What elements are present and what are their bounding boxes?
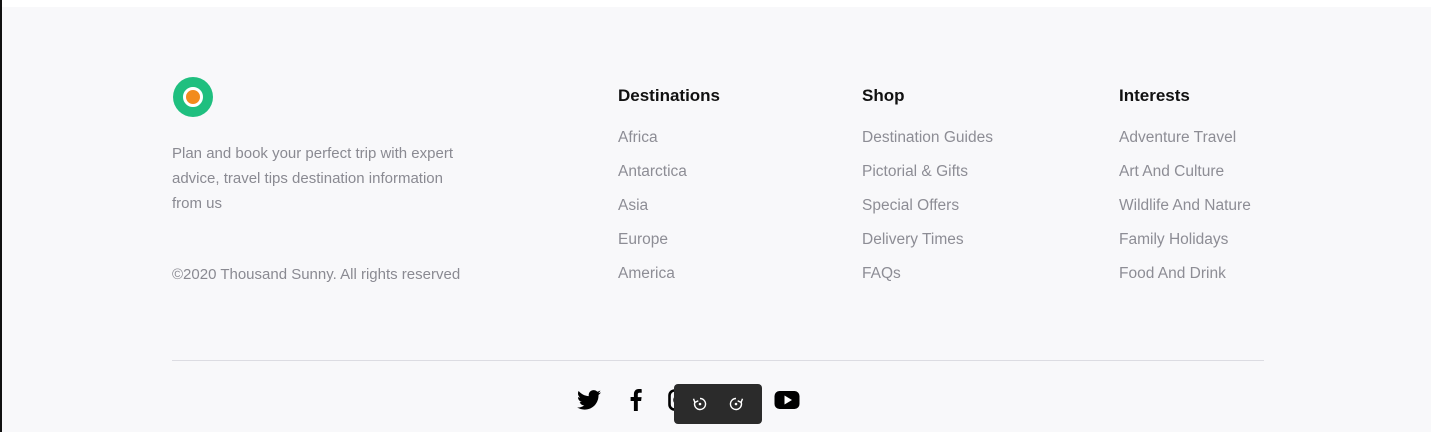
footer-column-destinations: Destinations Africa Antarctica Asia Euro… xyxy=(618,86,720,298)
column-title: Shop xyxy=(862,86,905,105)
footer-link-family-holidays[interactable]: Family Holidays xyxy=(1119,230,1251,264)
footer-link-pictorial-gifts[interactable]: Pictorial & Gifts xyxy=(862,162,993,196)
logo-core xyxy=(183,87,203,107)
footer-link-africa[interactable]: Africa xyxy=(618,128,720,162)
brand-tagline: Plan and book your perfect trip with exp… xyxy=(172,145,453,212)
footer-link-destination-guides[interactable]: Destination Guides xyxy=(862,128,993,162)
column-title: Interests xyxy=(1119,86,1190,105)
media-controls xyxy=(674,384,762,424)
footer-divider xyxy=(172,360,1264,361)
brand-logo[interactable] xyxy=(173,77,213,117)
facebook-icon[interactable] xyxy=(623,387,649,413)
column-title: Destinations xyxy=(618,86,721,105)
footer-link-food-and-drink[interactable]: Food And Drink xyxy=(1119,264,1251,298)
forward-icon[interactable] xyxy=(724,392,748,416)
footer-column-shop: Shop Destination Guides Pictorial & Gift… xyxy=(862,86,993,298)
site-footer: Plan and book your perfect trip with exp… xyxy=(2,7,1431,432)
twitter-icon[interactable] xyxy=(576,387,602,413)
footer-link-special-offers[interactable]: Special Offers xyxy=(862,196,993,230)
footer-link-adventure-travel[interactable]: Adventure Travel xyxy=(1119,128,1251,162)
footer-link-delivery-times[interactable]: Delivery Times xyxy=(862,230,993,264)
footer-link-antarctica[interactable]: Antarctica xyxy=(618,162,720,196)
footer-link-america[interactable]: America xyxy=(618,264,720,298)
footer-link-art-and-culture[interactable]: Art And Culture xyxy=(1119,162,1251,196)
footer-link-asia[interactable]: Asia xyxy=(618,196,720,230)
footer-link-faqs[interactable]: FAQs xyxy=(862,264,993,298)
footer-link-wildlife-and-nature[interactable]: Wildlife And Nature xyxy=(1119,196,1251,230)
footer-link-europe[interactable]: Europe xyxy=(618,230,720,264)
rewind-icon[interactable] xyxy=(688,392,712,416)
copyright-text: ©2020 Thousand Sunny. All rights reserve… xyxy=(172,266,461,283)
footer-column-interests: Interests Adventure Travel Art And Cultu… xyxy=(1119,86,1251,298)
youtube-icon[interactable] xyxy=(774,387,800,413)
